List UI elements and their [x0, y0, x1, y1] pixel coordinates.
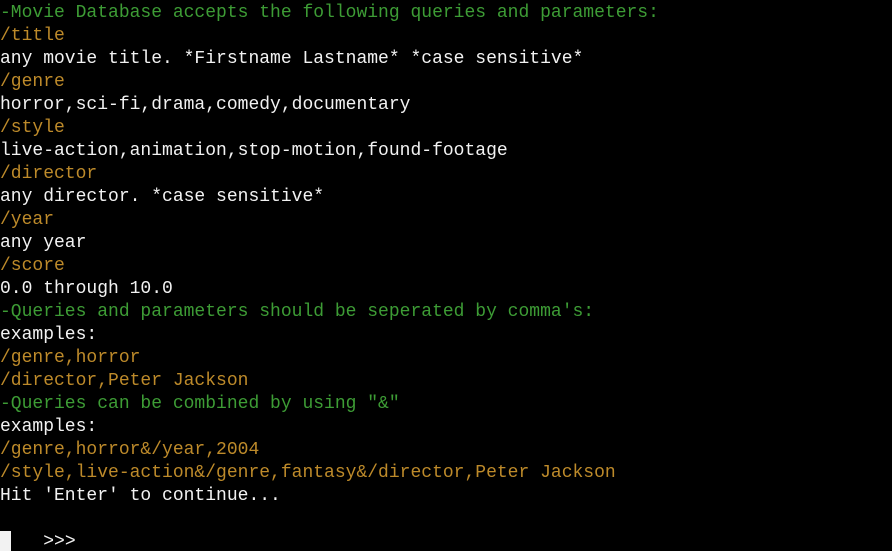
example-line: /style,live-action&/genre,fantasy&/direc… — [0, 463, 616, 483]
info-line-accepted-queries: -Movie Database accepts the following qu… — [0, 3, 659, 23]
query-director: /director — [0, 164, 98, 184]
example-line: /director,Peter Jackson — [0, 371, 249, 391]
text-cursor[interactable] — [0, 531, 11, 551]
info-line-combine: -Queries can be combined by using "&" — [0, 394, 400, 414]
param-genre: horror,sci-fi,drama,comedy,documentary — [0, 95, 411, 115]
query-year: /year — [0, 210, 55, 230]
param-score: 0.0 through 10.0 — [0, 279, 173, 299]
param-title: any movie title. *Firstname Lastname* *c… — [0, 49, 584, 69]
terminal-window[interactable]: -Movie Database accepts the following qu… — [0, 0, 892, 551]
param-year: any year — [0, 233, 87, 253]
param-style: live-action,animation,stop-motion,found-… — [0, 141, 508, 161]
query-title: /title — [0, 26, 65, 46]
query-genre: /genre — [0, 72, 65, 92]
example-line: /genre,horror&/year,2004 — [0, 440, 260, 460]
examples-label: examples: — [0, 325, 98, 345]
examples-label: examples: — [0, 417, 98, 437]
prompt-row[interactable]: >>> — [0, 508, 892, 551]
param-director: any director. *case sensitive* — [0, 187, 325, 207]
example-line: /genre,horror — [0, 348, 141, 368]
query-style: /style — [0, 118, 65, 138]
continue-message: Hit 'Enter' to continue... — [0, 486, 281, 506]
prompt-symbol: >>> — [43, 532, 76, 551]
info-line-separator: -Queries and parameters should be sepera… — [0, 302, 595, 322]
query-score: /score — [0, 256, 65, 276]
